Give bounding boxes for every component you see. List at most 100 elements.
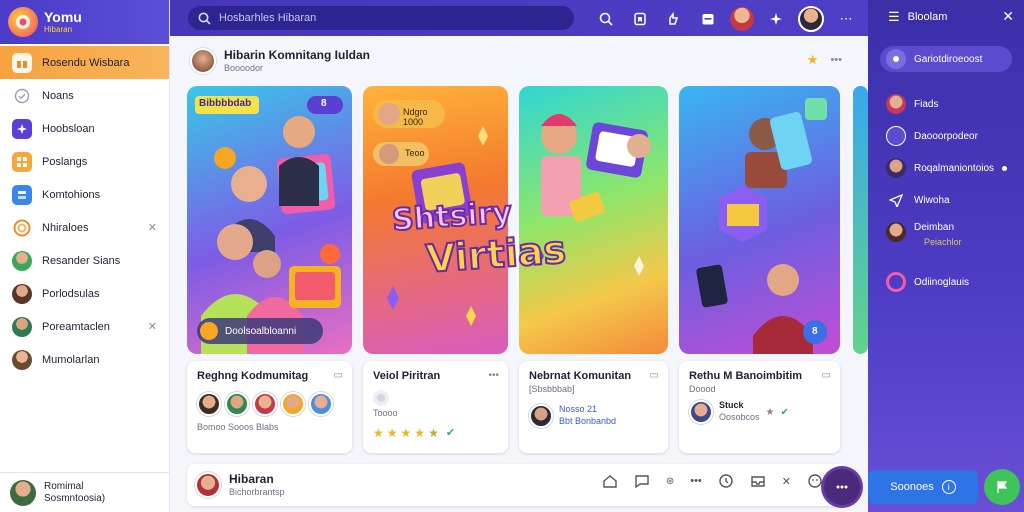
home-icon[interactable] <box>602 473 618 489</box>
magic-icon[interactable] <box>764 7 788 31</box>
panel-item-fiads[interactable]: Fiads <box>868 88 1024 120</box>
chat-icon[interactable] <box>634 473 650 489</box>
sidebar-item-label: Nhiraloes <box>42 221 89 234</box>
more-icon[interactable]: ••• <box>830 54 842 66</box>
bookmark-icon[interactable]: ▭ <box>822 370 831 381</box>
banner-card-4[interactable]: 8 <box>679 86 840 354</box>
sidebar-item-resander[interactable]: Resander Sians <box>0 244 169 277</box>
close-icon[interactable]: ✕ <box>148 320 157 333</box>
panel-top-item[interactable]: Gariotdiroeoost <box>880 46 1012 72</box>
avatar <box>12 316 32 337</box>
attachment-icon[interactable]: ⊛ <box>666 476 674 487</box>
panel-item-daooorpodeor[interactable]: Daooorpodeor <box>868 120 1024 152</box>
close-icon[interactable]: ✕ <box>148 221 157 234</box>
verified-icon: ✔ <box>445 427 456 439</box>
panel-item-label: Roqalmaniontoios <box>914 162 995 174</box>
clock-icon[interactable] <box>718 473 734 489</box>
panel-item-label: Odiinoglauis <box>914 276 970 288</box>
sidebar-item-label: Porlodsulas <box>42 287 100 300</box>
right-panel: ☰ Bloolam ✕ Gariotdiroeoost Fiads Daooor… <box>868 0 1024 512</box>
sidebar-item-komtohions[interactable]: Komtohions <box>0 178 169 211</box>
search-icon[interactable] <box>594 7 618 31</box>
card-subtitle: Doood <box>689 384 716 394</box>
banner-card-5-partial[interactable] <box>853 86 868 354</box>
avatar <box>12 283 32 304</box>
bookmark-icon[interactable]: ▭ <box>334 370 343 381</box>
page-header: Hibarin Komnitang Iuldan Boooodor ★ ••• <box>170 36 868 86</box>
close-icon[interactable]: ✕ <box>1002 8 1014 25</box>
emoji-icon[interactable] <box>807 473 823 489</box>
close-icon[interactable]: ✕ <box>782 475 791 488</box>
sidebar-item-rosendu[interactable]: Rosendu Wisbara <box>0 46 169 79</box>
check-circle-icon <box>12 86 32 106</box>
avatar[interactable] <box>730 7 754 31</box>
paper-plane-icon <box>886 190 906 210</box>
sidebar-item-porlodsulas[interactable]: Porlodsulas <box>0 277 169 310</box>
member-avatar <box>281 392 305 416</box>
card-meta: Toooo <box>373 408 398 418</box>
gesture-icon[interactable] <box>662 7 686 31</box>
star-icon[interactable]: ★ <box>807 52 819 68</box>
sidebar-item-poreamtaclen[interactable]: Poreamtaclen ✕ <box>0 310 169 343</box>
floating-chat-button[interactable] <box>824 469 860 505</box>
banner-chip-top: Ndgro 1000 <box>403 107 428 127</box>
sparkle-icon <box>12 118 32 139</box>
bookmark-icon[interactable] <box>628 7 652 31</box>
sidebar-item-label: Poreamtaclen <box>42 320 110 333</box>
flag-button[interactable] <box>984 469 1020 505</box>
community-avatar[interactable] <box>190 48 216 74</box>
community-card-4[interactable]: Rethu M Banoimbitim ▭ Doood Stuck Oosobc… <box>679 361 840 453</box>
community-card-2[interactable]: Veiol Piritran ••• Toooo ★ ★ ★ ★ ★ ✔ <box>363 361 508 453</box>
card-title: Nebrnat Komunitan <box>529 370 632 382</box>
verified-icon: ✔ <box>780 406 789 418</box>
sidebar-item-label: Komtohions <box>42 188 101 201</box>
composer-subtitle: Bichorbrantsp <box>229 486 285 497</box>
star-icon: ★ <box>400 426 412 440</box>
member-avatar <box>689 400 713 424</box>
avatar <box>12 250 32 271</box>
sidebar-item-nhiraloes[interactable]: Nhiraloes ✕ <box>0 211 169 244</box>
card-subtitle: [Sbsbbbab] <box>529 384 575 394</box>
user-profile[interactable]: Romimal Sosmntoosia) <box>0 472 170 512</box>
banner-count-badge: 8 <box>321 98 327 109</box>
online-indicator-icon <box>1002 165 1008 171</box>
page-title: Hibarin Komnitang Iuldan <box>224 48 370 63</box>
sidebar-item-label: Noans <box>42 89 74 102</box>
more-icon[interactable]: ⋯ <box>834 7 858 31</box>
panel-item-wiwoha[interactable]: Wiwoha <box>868 184 1024 216</box>
more-icon[interactable]: ••• <box>690 475 702 487</box>
sidebar-item-hoobsloan[interactable]: Hoobsloan <box>0 112 169 145</box>
community-card-1[interactable]: Reghng Kodmumitag ▭ Bomoo Sooos Blabs <box>187 361 352 453</box>
community-card-3[interactable]: Nebrnat Komunitan ▭ [Sbsbbbab] Nosso 21 … <box>519 361 668 453</box>
more-icon[interactable]: ••• <box>488 370 499 381</box>
panel-item-odiinoglauis[interactable]: Odiinoglauis <box>868 266 1024 298</box>
avatar-icon <box>886 222 906 242</box>
star-icon: ★ <box>373 426 384 440</box>
banner-badge: Bibbbbdab <box>199 98 252 109</box>
bookmark-icon[interactable]: ▭ <box>650 370 659 381</box>
sidebar-item-noans[interactable]: Noans <box>0 79 169 112</box>
radio-icon[interactable] <box>373 390 389 406</box>
panel-item-label: Fiads <box>914 98 939 110</box>
sidebar-item-poslangs[interactable]: Poslangs <box>0 145 169 178</box>
search-input[interactable] <box>219 12 549 24</box>
search-box[interactable] <box>188 6 574 30</box>
emoji-icon <box>886 126 906 146</box>
panel-item-roqalmaniontoios[interactable]: Roqalmaniontoios <box>868 152 1024 184</box>
star-icon: ★ <box>414 426 426 440</box>
sidebar-item-mumolarlan[interactable]: Mumolarlan <box>0 343 169 376</box>
profile-avatar[interactable] <box>798 6 824 32</box>
sources-button[interactable]: Soonoes i <box>868 470 978 504</box>
avatar <box>12 349 32 370</box>
card-meta: Bomoo Sooos Blabs <box>197 422 279 432</box>
composer-bar[interactable]: Hibaran Bichorbrantsp ⊛ ••• ✕ <box>187 464 847 506</box>
star-icon: ★ <box>765 406 775 418</box>
banner-headline: Shtsiry Virtias <box>390 194 602 306</box>
banner-card-1[interactable]: Bibbbbdab 8 Doolsoalbloanni <box>187 86 352 354</box>
inbox-icon[interactable] <box>750 473 766 489</box>
calendar-icon[interactable] <box>696 7 720 31</box>
info-icon: i <box>941 480 956 494</box>
menu-icon[interactable]: ☰ <box>888 9 900 25</box>
panel-item-deimban[interactable]: Deimban Peiachlor <box>868 216 1024 260</box>
brand-header[interactable]: Yomu Hibaran <box>0 0 169 44</box>
